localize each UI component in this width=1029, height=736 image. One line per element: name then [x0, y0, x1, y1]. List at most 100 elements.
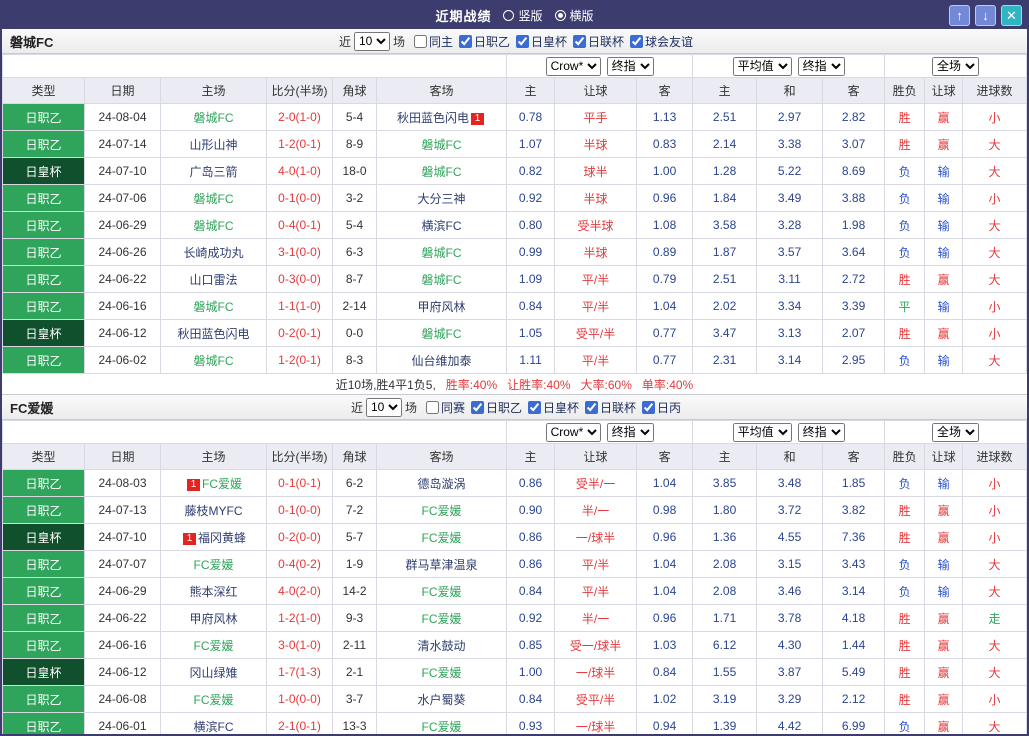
- avg-source-select[interactable]: 平均值: [733, 57, 792, 76]
- scope-source-select[interactable]: 全场: [932, 57, 979, 76]
- column-header: 和: [757, 78, 823, 104]
- goals-cell: 小: [963, 104, 1027, 131]
- handicap-cell: 受平/半: [555, 320, 637, 347]
- team-link[interactable]: 磐城FC: [422, 273, 462, 287]
- team-link[interactable]: 秋田蓝色闪电: [177, 327, 249, 341]
- match-count-select[interactable]: 10: [366, 398, 402, 417]
- corner-cell: 6-2: [333, 470, 377, 497]
- column-header: 胜负: [885, 444, 925, 470]
- team-link[interactable]: 磐城FC: [422, 165, 462, 179]
- team-link[interactable]: 水户蜀葵: [418, 693, 466, 707]
- titlebar-buttons: ↑ ↓ ✕: [949, 5, 1022, 26]
- competition-filter[interactable]: 日联杯: [573, 33, 624, 50]
- team-link[interactable]: FC爱媛: [422, 504, 462, 518]
- filter-checkbox[interactable]: [528, 401, 541, 414]
- close-button[interactable]: ✕: [1001, 5, 1022, 26]
- team-link[interactable]: 群马草津温泉: [406, 558, 478, 572]
- scroll-down-button[interactable]: ↓: [975, 5, 996, 26]
- date-cell: 24-06-16: [85, 293, 161, 320]
- team-link[interactable]: FC爱媛: [422, 585, 462, 599]
- column-header: 客: [823, 444, 885, 470]
- team-link[interactable]: 熊本深红: [189, 585, 237, 599]
- team-link[interactable]: 磐城FC: [194, 111, 234, 125]
- summary-segment: 大率:60%: [581, 376, 632, 393]
- team-link[interactable]: 福冈黄蜂: [198, 531, 246, 545]
- avg-source-select[interactable]: 平均值: [733, 423, 792, 442]
- competition-filter[interactable]: 日皇杯: [528, 399, 579, 416]
- team-link[interactable]: 山形山神: [189, 138, 237, 152]
- avg-source-select[interactable]: 终指: [798, 423, 845, 442]
- filter-checkbox[interactable]: [426, 401, 439, 414]
- avg-draw-cell: 3.14: [757, 347, 823, 374]
- team-link[interactable]: 甲府风林: [189, 612, 237, 626]
- filter-checkbox[interactable]: [630, 35, 643, 48]
- filter-checkbox[interactable]: [516, 35, 529, 48]
- summary-segment: 让胜率:40%: [507, 376, 570, 393]
- team-link[interactable]: FC爱媛: [422, 612, 462, 626]
- team-link[interactable]: 磐城FC: [422, 138, 462, 152]
- handicap-result-cell: 输: [925, 239, 963, 266]
- team-link[interactable]: 山口雷法: [189, 273, 237, 287]
- odds-source-select[interactable]: Crow*: [546, 57, 601, 76]
- home-team-cell: FC爱媛: [161, 686, 267, 713]
- league-cell: 日职乙: [3, 185, 85, 212]
- team-link[interactable]: 甲府风林: [418, 300, 466, 314]
- team-link[interactable]: FC爱媛: [422, 666, 462, 680]
- team-link[interactable]: 德岛漩涡: [418, 477, 466, 491]
- team-link[interactable]: 长崎成功丸: [183, 246, 243, 260]
- team-link[interactable]: 磐城FC: [194, 192, 234, 206]
- team-link[interactable]: 磐城FC: [194, 354, 234, 368]
- avg-source-select[interactable]: 终指: [798, 57, 845, 76]
- table-row: 日皇杯24-06-12秋田蓝色闪电0-2(0-1)0-0磐城FC1.05受平/半…: [3, 320, 1027, 347]
- team-link[interactable]: 清水鼓动: [418, 639, 466, 653]
- scroll-up-button[interactable]: ↑: [949, 5, 970, 26]
- competition-filter[interactable]: 日职乙: [459, 33, 510, 50]
- avg-draw-cell: 3.11: [757, 266, 823, 293]
- team-link[interactable]: 秋田蓝色闪电: [397, 111, 469, 125]
- competition-filter[interactable]: 同主: [414, 33, 453, 50]
- team-link[interactable]: 冈山绿雉: [189, 666, 237, 680]
- handicap-result-cell: 赢: [925, 104, 963, 131]
- team-link[interactable]: 仙台维加泰: [412, 354, 472, 368]
- competition-filter[interactable]: 日皇杯: [516, 33, 567, 50]
- odds-source-select[interactable]: 终指: [607, 423, 654, 442]
- team-link[interactable]: 横滨FC: [194, 720, 234, 734]
- team-link[interactable]: FC爱媛: [422, 720, 462, 734]
- competition-filter[interactable]: 日丙: [642, 399, 681, 416]
- team-link[interactable]: 横滨FC: [422, 219, 462, 233]
- team-link[interactable]: FC爱媛: [194, 693, 234, 707]
- avg-home-cell: 1.28: [693, 158, 757, 185]
- competition-filter[interactable]: 球会友谊: [630, 33, 693, 50]
- team-section-header: 磐城FC 近10场同主日职乙日皇杯日联杯球会友谊: [2, 29, 1027, 54]
- competition-filter[interactable]: 日联杯: [585, 399, 636, 416]
- odds-source-select[interactable]: Crow*: [546, 423, 601, 442]
- scope-source-select[interactable]: 全场: [932, 423, 979, 442]
- team-link[interactable]: FC爱媛: [202, 477, 242, 491]
- layout-radio-vertical[interactable]: 竖版: [503, 7, 542, 24]
- column-header: 进球数: [963, 78, 1027, 104]
- team-link[interactable]: 广岛三箭: [189, 165, 237, 179]
- filter-checkbox[interactable]: [459, 35, 472, 48]
- filter-checkbox[interactable]: [471, 401, 484, 414]
- team-link[interactable]: 磐城FC: [194, 300, 234, 314]
- score-cell: 1-2(0-1): [267, 131, 333, 158]
- team-link[interactable]: FC爱媛: [194, 558, 234, 572]
- filter-checkbox[interactable]: [585, 401, 598, 414]
- team-link[interactable]: 磐城FC: [422, 246, 462, 260]
- odds-source-select[interactable]: 终指: [607, 57, 654, 76]
- handicap-result-cell: 赢: [925, 131, 963, 158]
- team-link[interactable]: FC爱媛: [194, 639, 234, 653]
- team-link[interactable]: 磐城FC: [194, 219, 234, 233]
- team-link[interactable]: 藤枝MYFC: [185, 504, 243, 518]
- match-count-select[interactable]: 10: [354, 32, 390, 51]
- filter-checkbox[interactable]: [414, 35, 427, 48]
- column-header: 进球数: [963, 444, 1027, 470]
- layout-radio-horizontal[interactable]: 横版: [555, 7, 594, 24]
- team-link[interactable]: 大分三神: [418, 192, 466, 206]
- filter-checkbox[interactable]: [573, 35, 586, 48]
- competition-filter[interactable]: 同赛: [426, 399, 465, 416]
- team-link[interactable]: FC爱媛: [422, 531, 462, 545]
- filter-checkbox[interactable]: [642, 401, 655, 414]
- team-link[interactable]: 磐城FC: [422, 327, 462, 341]
- competition-filter[interactable]: 日职乙: [471, 399, 522, 416]
